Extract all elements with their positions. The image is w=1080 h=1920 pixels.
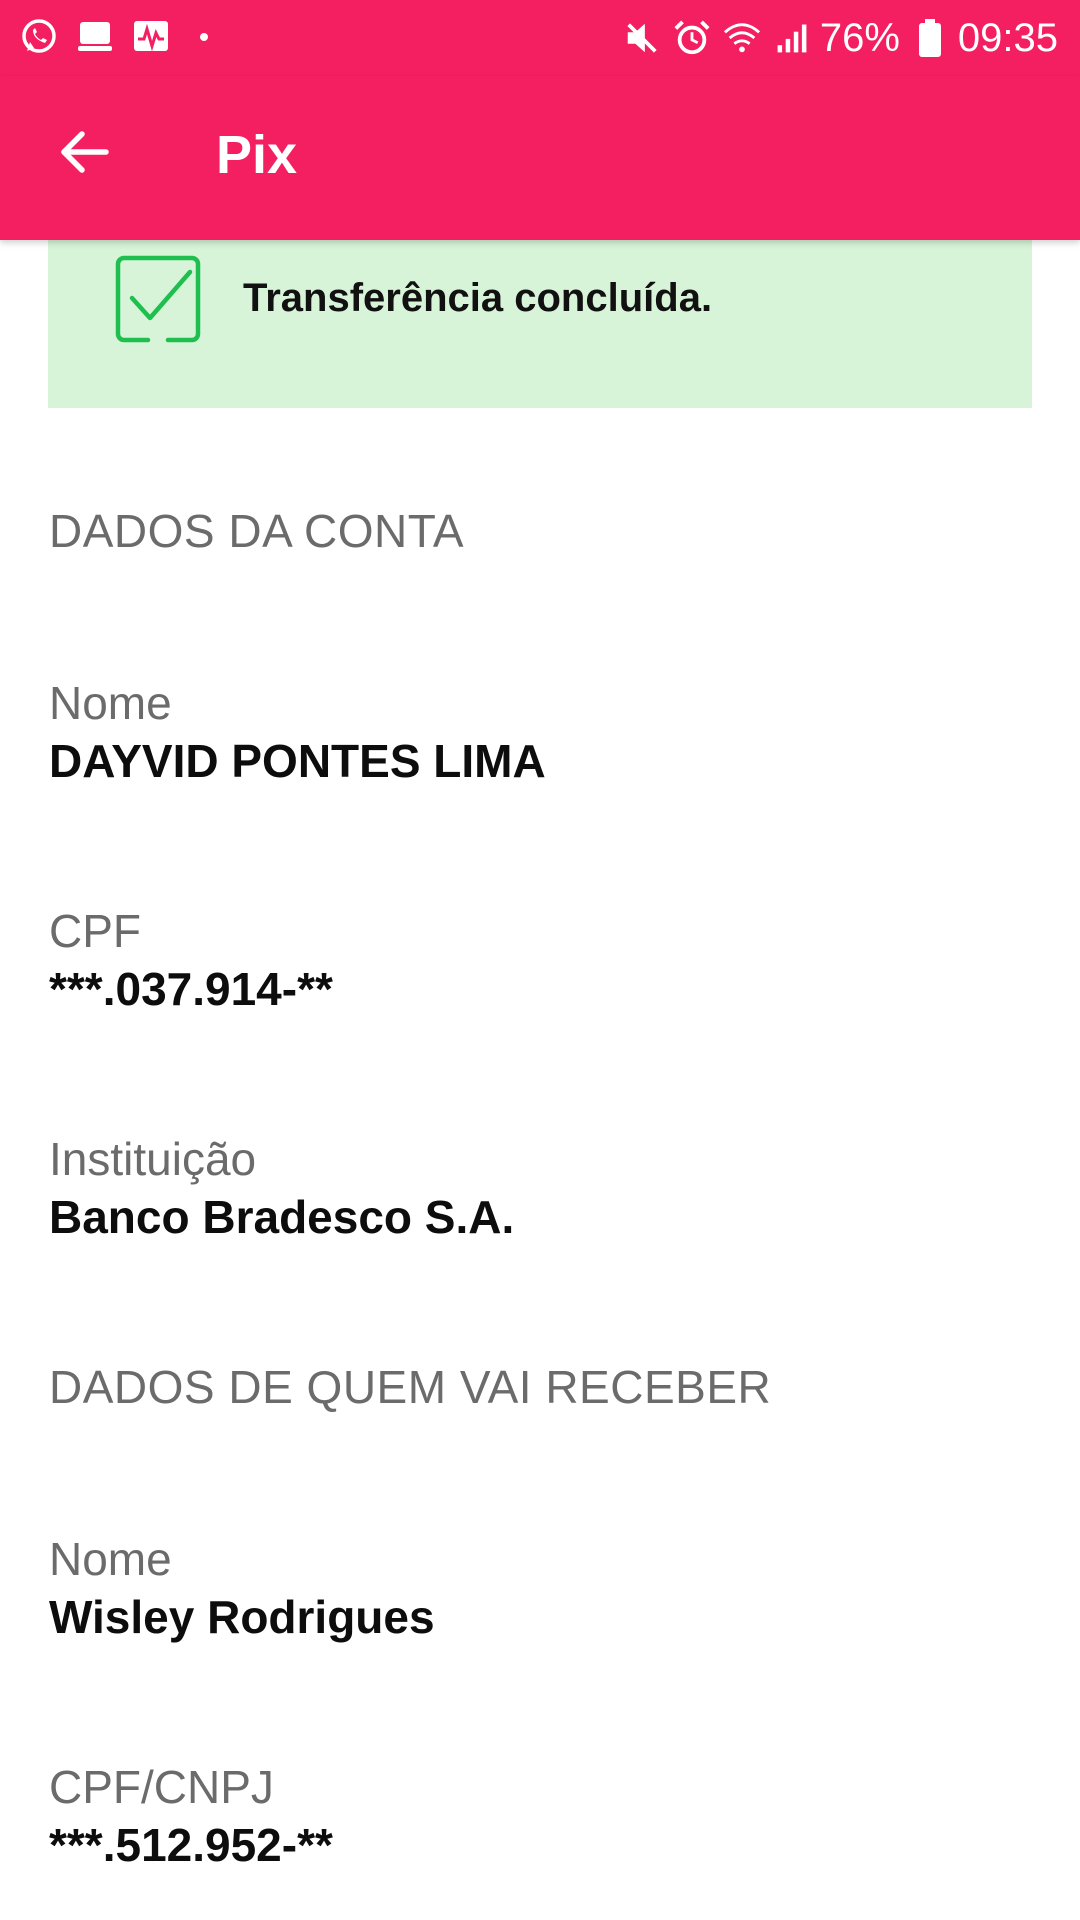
field-label-recipient-name: Nome [49,1533,172,1585]
more-notifications-dot [200,33,208,41]
field-value-recipient-name: Wisley Rodrigues [49,1591,435,1643]
check-square-icon [115,255,201,343]
field-label-account-cpf: CPF [49,905,141,957]
battery-percent: 76% [819,15,900,60]
pulse-icon [130,16,172,58]
section-title-recipient: DADOS DE QUEM VAI RECEBER [49,1361,772,1413]
status-notifications [18,12,208,62]
whatsapp-icon [18,16,60,58]
section-title-account: DADOS DA CONTA [49,505,465,557]
status-bar: 76% 09:35 [0,0,1080,76]
field-value-institution: Banco Bradesco S.A. [49,1191,515,1243]
field-value-recipient-document: ***.512.952-** [49,1819,333,1871]
battery-icon [910,18,950,58]
page-title: Pix [216,125,298,185]
back-arrow-icon [61,131,109,173]
app-stack-icon [74,16,116,58]
field-label-recipient-document: CPF/CNPJ [49,1761,274,1813]
signal-icon [772,18,812,58]
field-label-institution: Instituição [49,1133,257,1185]
success-message: Transferência concluída. [243,276,713,320]
field-value-account-cpf: ***.037.914-** [49,963,333,1015]
success-banner: Transferência concluída. [48,240,1032,408]
pix-receipt-screen: 76% 09:35 Pix Transferência concluída. D… [0,0,1080,1920]
alarm-icon [672,18,712,58]
clock: 09:35 [957,15,1058,60]
wifi-icon [722,18,762,58]
field-value-account-name: DAYVID PONTES LIMA [49,735,546,787]
field-label-account-name: Nome [49,677,172,729]
back-button[interactable] [44,112,124,192]
app-bar: Pix [0,76,1080,240]
status-system: 76% 09:35 [612,10,1058,66]
mute-icon [622,18,662,58]
